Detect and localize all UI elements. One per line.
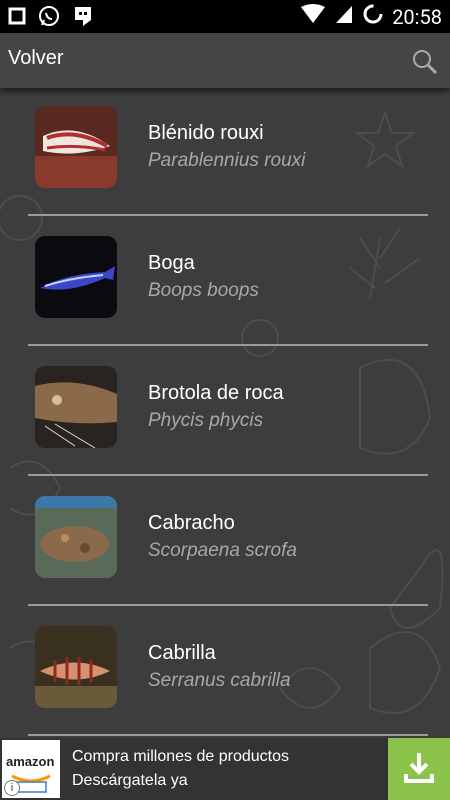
hangouts-icon <box>72 5 94 32</box>
status-bar: 20:58 <box>0 0 450 33</box>
species-list[interactable]: Blénido rouxi Parablennius rouxi Boga Bo… <box>0 88 450 738</box>
list-item[interactable]: Blénido rouxi Parablennius rouxi <box>28 88 428 218</box>
clock: 20:58 <box>392 4 442 29</box>
fish-thumbnail <box>35 366 117 448</box>
list-item[interactable]: Cabrilla Serranus cabrilla <box>28 608 428 738</box>
divider <box>28 214 428 216</box>
species-scientific-name: Parablennius rouxi <box>148 150 306 171</box>
species-scientific-name: Boops boops <box>148 280 259 301</box>
whatsapp-icon <box>38 5 60 32</box>
list-item[interactable]: Cabracho Scorpaena scrofa <box>28 478 428 608</box>
divider <box>28 734 428 736</box>
species-name: Cabrilla <box>148 642 216 664</box>
species-scientific-name: Scorpaena scrofa <box>148 540 297 561</box>
species-name: Boga <box>148 252 195 274</box>
back-button[interactable]: Volver <box>8 47 64 70</box>
download-button[interactable] <box>388 738 450 800</box>
divider <box>28 474 428 476</box>
stop-icon <box>8 7 26 30</box>
ad-subline: Descárgatela ya <box>72 772 188 789</box>
list-item[interactable]: Brotola de roca Phycis phycis <box>28 348 428 478</box>
battery-ring-icon <box>362 3 384 30</box>
ad-banner[interactable]: amazon i Compra millones de productos De… <box>0 738 450 800</box>
ad-info-icon[interactable]: i <box>4 780 20 796</box>
species-name: Cabracho <box>148 512 235 534</box>
action-bar: Volver <box>0 33 450 88</box>
signal-icon <box>334 4 354 29</box>
fish-thumbnail <box>35 236 117 318</box>
search-icon[interactable] <box>412 49 438 80</box>
species-name: Blénido rouxi <box>148 122 264 144</box>
download-icon <box>402 750 436 789</box>
species-name: Brotola de roca <box>148 382 284 404</box>
ad-headline: Compra millones de productos <box>72 748 289 765</box>
divider <box>28 344 428 346</box>
fish-thumbnail <box>35 496 117 578</box>
wifi-icon <box>300 4 326 29</box>
species-scientific-name: Serranus cabrilla <box>148 670 291 691</box>
species-scientific-name: Phycis phycis <box>148 410 264 431</box>
fish-thumbnail <box>35 106 117 188</box>
list-item[interactable]: Boga Boops boops <box>28 218 428 348</box>
divider <box>28 604 428 606</box>
fish-thumbnail <box>35 626 117 708</box>
